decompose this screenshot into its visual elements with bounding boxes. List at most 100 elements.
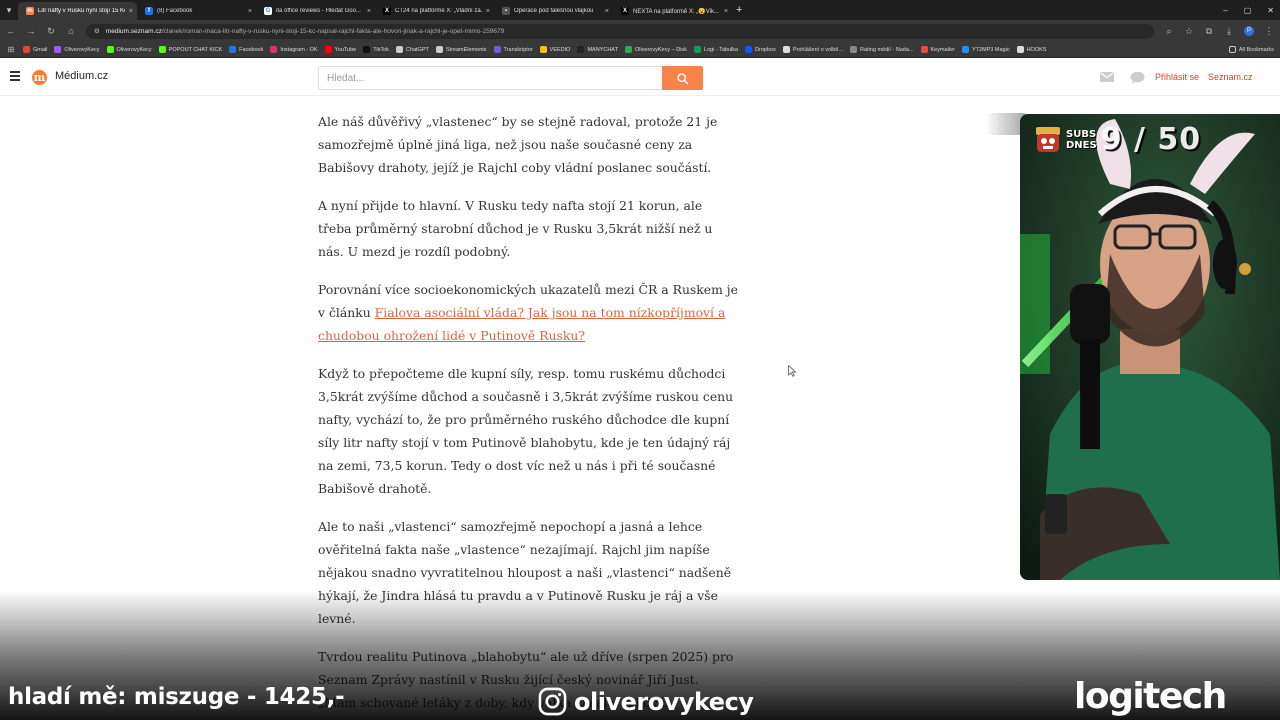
article-paragraph: Když to přepočteme dle kupní síly, resp.…: [318, 366, 734, 496]
instagram-icon: [538, 687, 567, 716]
bookmark-favicon-icon: [363, 46, 371, 53]
bookmark-item[interactable]: TikTok: [363, 46, 389, 53]
article-body: Ale náš důvěřivý „vlastenec“ by se stejn…: [318, 96, 738, 714]
browser-tab[interactable]: ▪ Operace pod falešnou vlajkou ×: [494, 2, 613, 20]
bookmark-label: OliverovyKecy: [116, 46, 152, 53]
bookmark-favicon-icon: [693, 46, 701, 53]
browser-tab[interactable]: X ČT24 na platformě X: „Vládní zá... ×: [375, 2, 494, 20]
address-bar[interactable]: ⚙ medium.seznam.cz/clanek/roman-maca-lit…: [86, 23, 1154, 39]
browser-tab[interactable]: f (8) Facebook ×: [137, 2, 256, 20]
bookmark-label: Dropbox: [755, 46, 776, 53]
bookmark-item[interactable]: HOOKS: [1016, 46, 1046, 53]
tab-close-icon[interactable]: ×: [724, 8, 728, 15]
bookmark-item[interactable]: OliverovyKecy – Disk: [624, 46, 687, 53]
bookmark-favicon-icon: [961, 46, 969, 53]
bookmark-item[interactable]: Logi - Tabulka: [693, 46, 738, 53]
tab-search-icon[interactable]: ▾: [0, 0, 18, 20]
downloads-icon[interactable]: ⤓: [1224, 26, 1234, 37]
bookmark-item[interactable]: StreamElements: [435, 46, 487, 53]
related-article-link[interactable]: Fialova asociální vláda? Jak jsou na tom…: [318, 305, 725, 343]
bookmark-label: Rating médií - Nada...: [860, 46, 914, 53]
tab-close-icon[interactable]: ×: [129, 8, 133, 15]
article-paragraph: Ale náš důvěřivý „vlastenec“ by se stejn…: [318, 114, 718, 175]
search-icon: [677, 72, 689, 84]
mascot-face-icon: [1036, 126, 1060, 152]
chat-icon[interactable]: [1130, 71, 1145, 84]
instagram-handle: oliverovykecy: [574, 687, 754, 716]
bookmark-label: ChatGPT: [405, 46, 429, 53]
seznam-link[interactable]: Seznam.cz: [1208, 72, 1253, 82]
bookmark-favicon-icon: [850, 46, 858, 53]
tab-close-icon[interactable]: ×: [248, 8, 252, 15]
subs-label-line1: SUBS: [1066, 128, 1097, 140]
extensions-icon[interactable]: ⧉: [1204, 26, 1214, 37]
all-bookmarks-button[interactable]: All Bookmarks: [1228, 46, 1274, 53]
bookmark-item[interactable]: Instagram - OK: [270, 46, 318, 53]
login-link[interactable]: Přihlásit se: [1155, 72, 1199, 82]
folder-icon: [1228, 46, 1236, 53]
tab-favicon-icon: f: [145, 7, 153, 15]
bookmark-label: OliverovyKecy – Disk: [634, 46, 687, 53]
toolbar-actions: ⌕ ☆ ⧉ ⤓ P ⋮: [1164, 26, 1274, 37]
bookmark-item[interactable]: Dropbox: [745, 46, 776, 53]
tab-close-icon[interactable]: ×: [605, 8, 609, 15]
search-input[interactable]: [318, 66, 663, 90]
bookmark-label: YouTube: [334, 46, 357, 53]
tab-favicon-icon: m: [26, 7, 34, 15]
bookmark-item[interactable]: Gmail: [23, 46, 47, 53]
apps-icon[interactable]: ⊞: [6, 45, 16, 54]
zoom-icon[interactable]: ⌕: [1164, 26, 1174, 37]
tab-title: Operace pod falešnou vlajkou: [514, 8, 594, 14]
menu-icon[interactable]: [10, 71, 20, 81]
bookmark-item[interactable]: Transkriptor: [493, 46, 533, 53]
browser-tab[interactable]: X NEXTA na platformě X: „😮Vik... ×: [613, 2, 732, 20]
bookmark-item[interactable]: OliverovyKecy: [106, 46, 152, 53]
subs-counter: 9 / 50: [1100, 122, 1202, 157]
more-menu-icon[interactable]: ⋮: [1264, 26, 1274, 37]
browser-tab[interactable]: m Litr nafty v Rusku nyní stojí 15 Kč ×: [18, 2, 137, 20]
bookmark-item[interactable]: Facebook: [229, 46, 263, 53]
bookmark-label: Prohlášení o volbě...: [792, 46, 844, 53]
home-icon[interactable]: ⌂: [66, 26, 76, 36]
reload-icon[interactable]: ↻: [46, 26, 56, 37]
streamer-video-image: [1020, 114, 1280, 580]
forward-icon[interactable]: →: [26, 26, 36, 36]
bookmark-item[interactable]: YouTube: [324, 46, 357, 53]
tab-title: ČT24 na platformě X: „Vládní zá...: [395, 8, 482, 14]
tab-close-icon[interactable]: ×: [367, 8, 371, 15]
browser-tab[interactable]: Gita office reviews - Hledat Goo... ×: [256, 2, 375, 20]
maximize-icon[interactable]: ▢: [1244, 6, 1252, 15]
site-name[interactable]: Médium.cz: [55, 70, 108, 82]
profile-avatar[interactable]: P: [1244, 26, 1254, 36]
bookmark-label: TikTok: [373, 46, 389, 53]
search-button[interactable]: [662, 66, 703, 90]
bookmark-item[interactable]: Rating médií - Nada...: [850, 46, 914, 53]
webcam-shadow: [985, 113, 1025, 135]
bookmark-favicon-icon: [270, 46, 278, 53]
back-icon[interactable]: ←: [6, 26, 16, 36]
bookmark-star-icon[interactable]: ☆: [1184, 26, 1194, 37]
mail-icon[interactable]: [1100, 72, 1114, 82]
bookmark-item[interactable]: POPOUT CHAT KICK: [158, 46, 222, 53]
bookmark-favicon-icon: [782, 46, 790, 53]
tab-close-icon[interactable]: ×: [486, 8, 490, 15]
bookmark-item[interactable]: Prohlášení o volbě...: [782, 46, 844, 53]
bookmark-item[interactable]: ChatGPT: [395, 46, 429, 53]
close-window-icon[interactable]: ✕: [1267, 6, 1274, 15]
bookmark-item[interactable]: Keymailer: [920, 46, 955, 53]
new-tab-button[interactable]: +: [736, 4, 742, 16]
tab-favicon-icon: ▪: [502, 7, 510, 15]
bookmark-item[interactable]: VEEDIO: [539, 46, 570, 53]
tab-favicon-icon: G: [264, 7, 272, 15]
bookmark-item[interactable]: MANYCHAT: [577, 46, 618, 53]
site-info-icon[interactable]: ⚙: [94, 27, 100, 35]
bookmark-favicon-icon: [324, 46, 332, 53]
bookmark-label: Keymailer: [930, 46, 955, 53]
minimize-icon[interactable]: –: [1223, 6, 1227, 15]
medium-logo-icon[interactable]: m: [32, 70, 47, 85]
url-host: medium.seznam.cz: [105, 27, 162, 35]
bookmark-favicon-icon: [745, 46, 753, 53]
browser-toolbar: ← → ↻ ⌂ ⚙ medium.seznam.cz/clanek/roman-…: [0, 20, 1280, 42]
bookmark-item[interactable]: OliverovyKecy: [54, 46, 100, 53]
bookmark-item[interactable]: YT2MP3 Magic: [961, 46, 1010, 53]
